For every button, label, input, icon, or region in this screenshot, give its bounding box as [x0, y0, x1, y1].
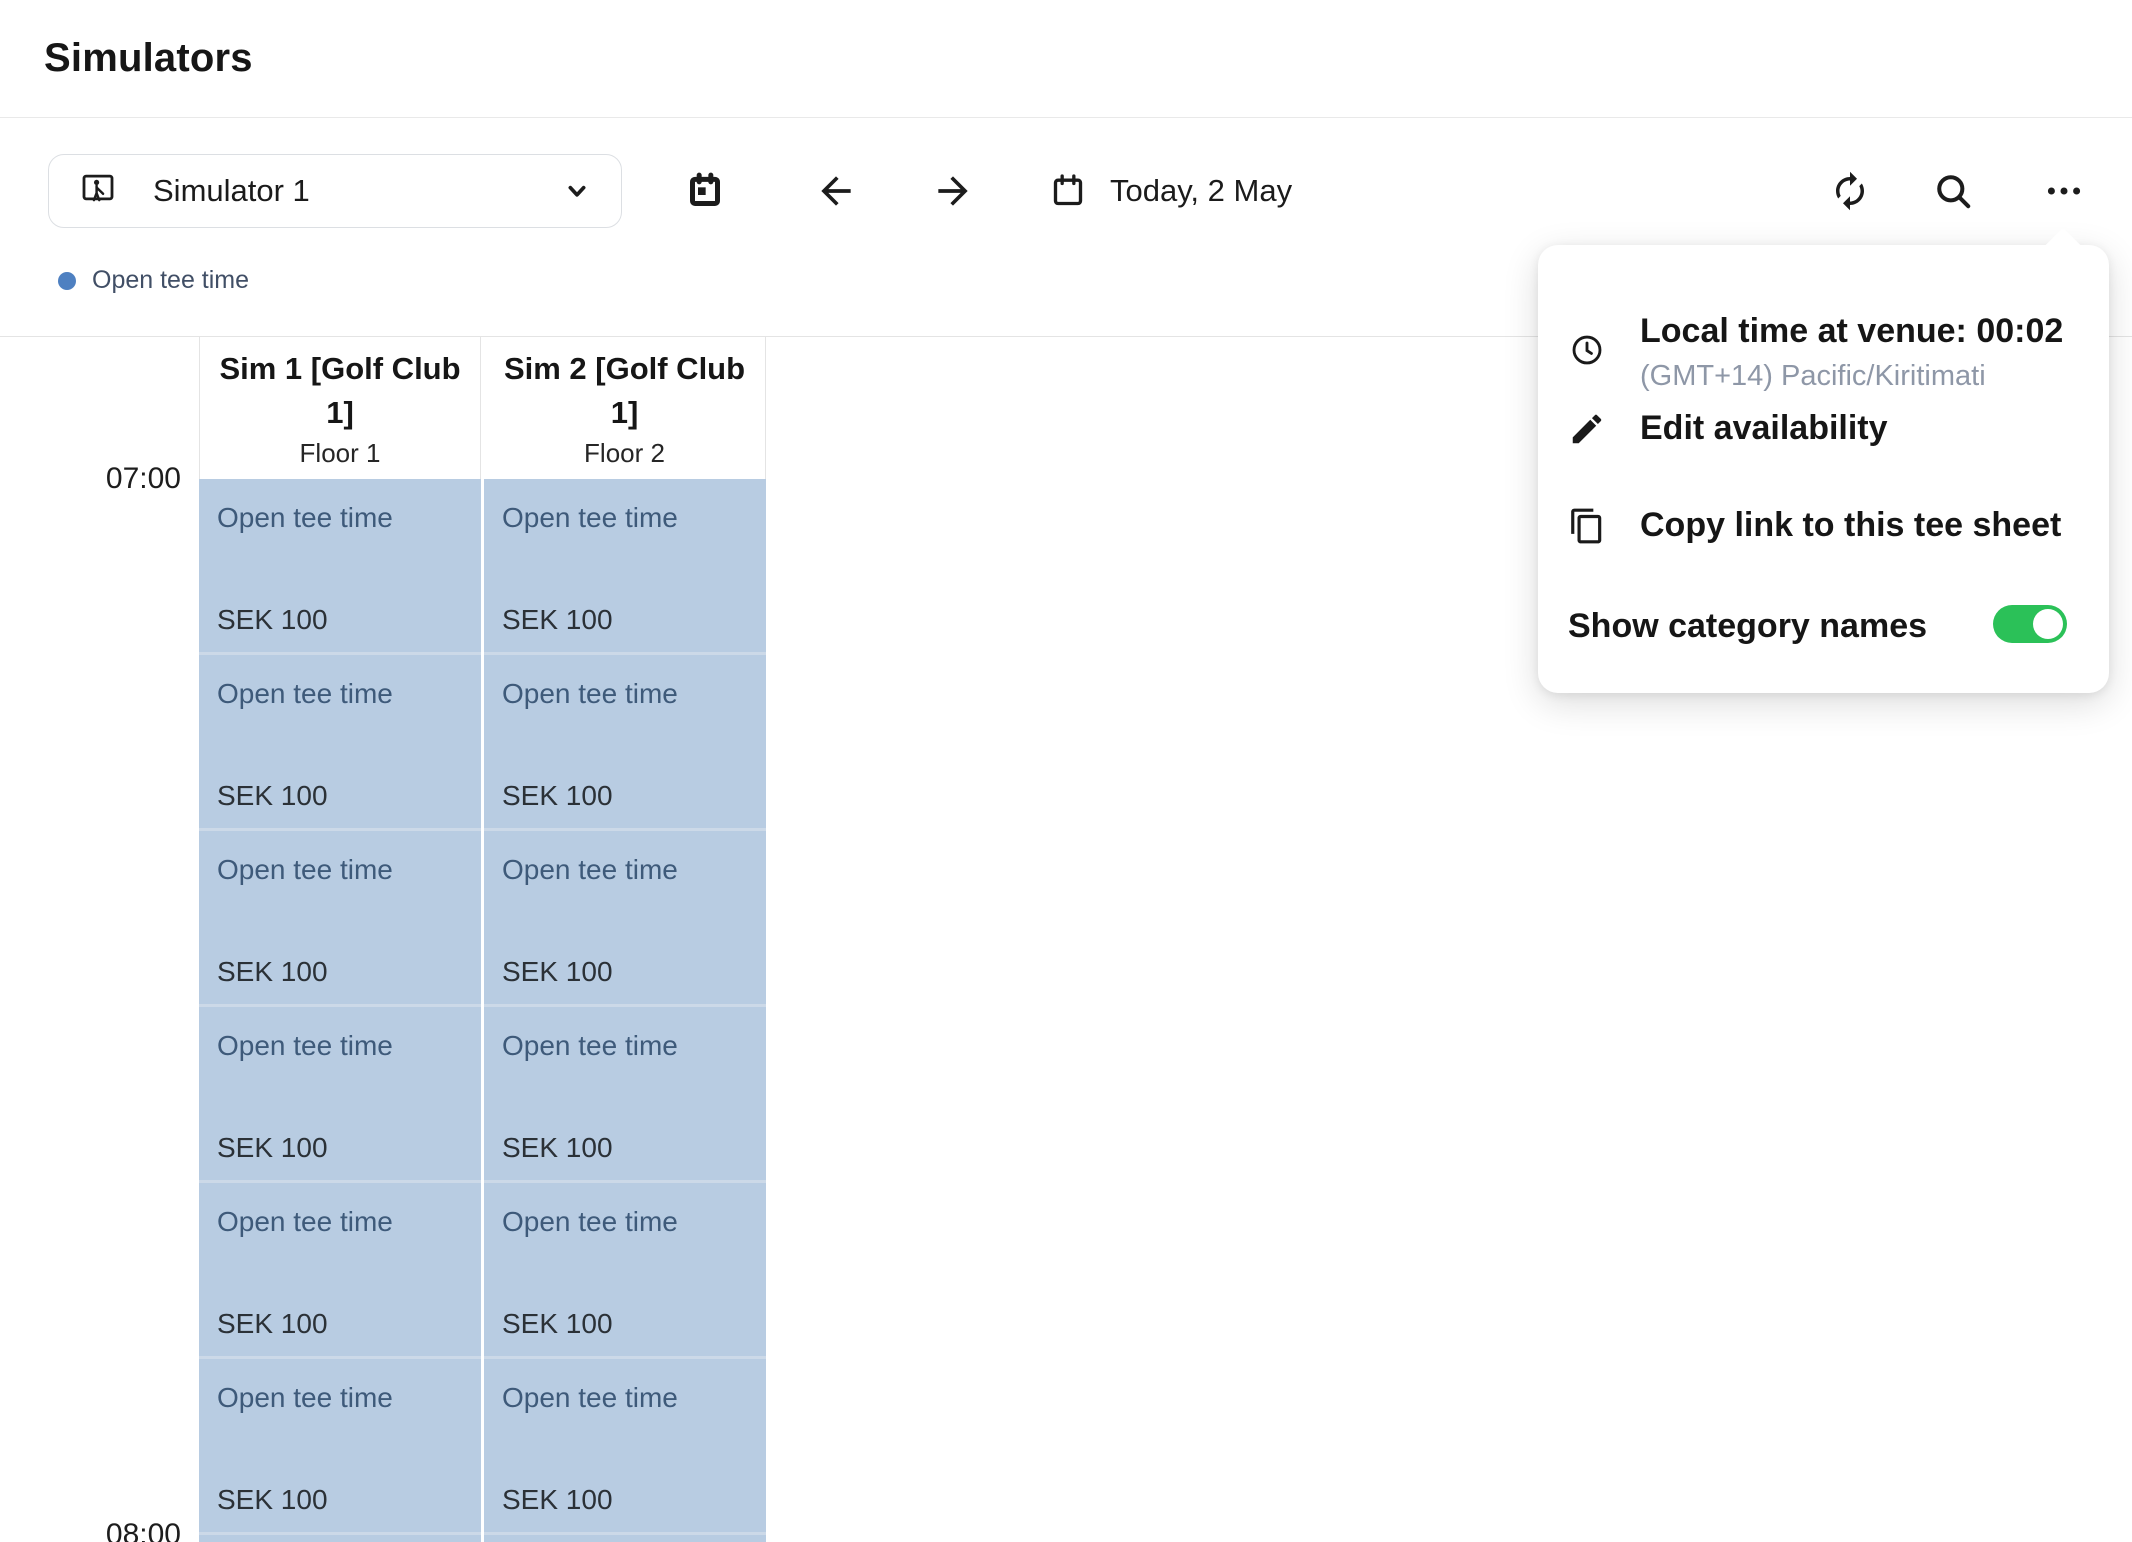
tee-time-slot[interactable]: Open tee time SEK 100 [199, 831, 481, 1004]
toolbar: Simulator 1 [0, 119, 2132, 255]
time-label: 08:00 [0, 1517, 181, 1542]
slot-price: SEK 100 [217, 1132, 328, 1164]
slot-label: Open tee time [502, 851, 766, 889]
resource-select-value: Simulator 1 [153, 173, 310, 209]
tee-time-slot[interactable]: Open tee time SEK 100 [484, 479, 766, 652]
menu-item-edit-availability[interactable]: Edit availability [1538, 407, 2109, 453]
column-title: Sim 1 [Golf Club 1] [214, 347, 466, 435]
page-title: Simulators [44, 36, 253, 81]
slot-label: Open tee time [502, 499, 766, 537]
slot-price: SEK 100 [502, 780, 613, 812]
tee-time-slot[interactable]: Open tee time SEK 100 [199, 1183, 481, 1356]
tee-time-slot[interactable]: Open tee timeSEK 100 [199, 1535, 481, 1542]
show-category-names-toggle[interactable] [1993, 605, 2067, 643]
local-time-row: Local time at venue: 00:02 (GMT+14) Paci… [1538, 275, 2109, 371]
slot-price: SEK 100 [502, 956, 613, 988]
slot-price: SEK 100 [217, 604, 328, 636]
menu-item-label: Edit availability [1640, 409, 1888, 448]
menu-item-copy-link[interactable]: Copy link to this tee sheet [1538, 504, 2109, 550]
slot-price: SEK 100 [502, 1132, 613, 1164]
calendar-icon [1048, 171, 1088, 211]
tee-time-slot[interactable]: Open tee time SEK 100 [199, 479, 481, 652]
legend-label: Open tee time [92, 266, 249, 295]
more-options-button[interactable] [2036, 163, 2092, 219]
clock-icon [1568, 331, 1606, 369]
tee-time-slot[interactable]: Open tee time SEK 100 [484, 1183, 766, 1356]
grid-column: Sim 2 [Golf Club 1]Floor 2 Open tee time S… [484, 337, 766, 1542]
slot-label: Open tee time [502, 1027, 766, 1065]
copy-icon [1568, 507, 1606, 545]
page-header: Simulators [0, 0, 2132, 118]
tee-time-slot[interactable]: Open tee time SEK 100 [484, 831, 766, 1004]
slot-label: Open tee time [217, 1027, 481, 1065]
chevron-down-icon [557, 171, 597, 211]
refresh-icon [1829, 170, 1871, 212]
slot-label: Open tee time [217, 499, 481, 537]
menu-item-label: Copy link to this tee sheet [1640, 506, 2061, 545]
tee-time-slot[interactable]: Open tee time SEK 100 [199, 655, 481, 828]
resource-select[interactable]: Simulator 1 [48, 154, 622, 228]
slot-label: Open tee time [217, 675, 481, 713]
slot-price: SEK 100 [502, 604, 613, 636]
tee-time-slot[interactable]: Open tee time SEK 100 [484, 1359, 766, 1532]
slot-price: SEK 100 [217, 780, 328, 812]
tee-time-slot[interactable]: Open tee time SEK 100 [199, 1007, 481, 1180]
pencil-icon [1568, 410, 1606, 448]
column-header: Sim 1 [Golf Club 1]Floor 1 [199, 337, 481, 479]
column-subtitle: Floor 1 [214, 437, 466, 470]
search-button[interactable] [1925, 163, 1981, 219]
arrow-forward-icon [931, 169, 975, 213]
slot-label: Open tee time [217, 851, 481, 889]
next-day-button[interactable] [925, 163, 981, 219]
search-icon [1931, 169, 1975, 213]
slot-label: Open tee time [502, 1379, 766, 1417]
arrow-back-icon [814, 169, 858, 213]
local-time-title: Local time at venue: 00:02 [1640, 309, 2063, 353]
toggle-label: Show category names [1568, 607, 1927, 646]
previous-day-button[interactable] [808, 163, 864, 219]
more-options-menu: Local time at venue: 00:02 (GMT+14) Paci… [1538, 245, 2109, 693]
slot-price: SEK 100 [502, 1484, 613, 1516]
slot-price: SEK 100 [217, 956, 328, 988]
more-horizontal-icon [2043, 170, 2085, 212]
refresh-button[interactable] [1822, 163, 1878, 219]
column-title: Sim 2 [Golf Club 1] [498, 347, 751, 435]
slot-label: Open tee time [502, 1203, 766, 1241]
grid-column: Sim 1 [Golf Club 1]Floor 1 Open tee time S… [199, 337, 481, 1542]
simulator-icon [77, 170, 119, 212]
slot-price: SEK 100 [217, 1308, 328, 1340]
column-header: Sim 2 [Golf Club 1]Floor 2 [484, 337, 766, 479]
schedule-view-button[interactable] [677, 163, 733, 219]
tee-time-slot[interactable]: Open tee timeSEK 100 [484, 1535, 766, 1542]
slot-price: SEK 100 [217, 1484, 328, 1516]
slot-price: SEK 100 [502, 1308, 613, 1340]
current-date-label: Today, 2 May [1110, 173, 1292, 209]
calendar-schedule-icon [685, 171, 725, 211]
slot-label: Open tee time [217, 1379, 481, 1417]
local-time-subtitle: (GMT+14) Pacific/Kiritimati [1640, 355, 1986, 397]
legend: Open tee time [58, 266, 249, 295]
open-tee-time-dot [58, 272, 76, 290]
slot-label: Open tee time [502, 675, 766, 713]
slot-label: Open tee time [217, 1203, 481, 1241]
time-label: 07:00 [0, 461, 181, 497]
tee-time-slot[interactable]: Open tee time SEK 100 [484, 1007, 766, 1180]
tee-time-slot[interactable]: Open tee time SEK 100 [199, 1359, 481, 1532]
column-subtitle: Floor 2 [498, 437, 751, 470]
tee-time-slot[interactable]: Open tee time SEK 100 [484, 655, 766, 828]
toggle-thumb [2033, 609, 2063, 639]
date-picker-button[interactable]: Today, 2 May [1048, 159, 1292, 223]
